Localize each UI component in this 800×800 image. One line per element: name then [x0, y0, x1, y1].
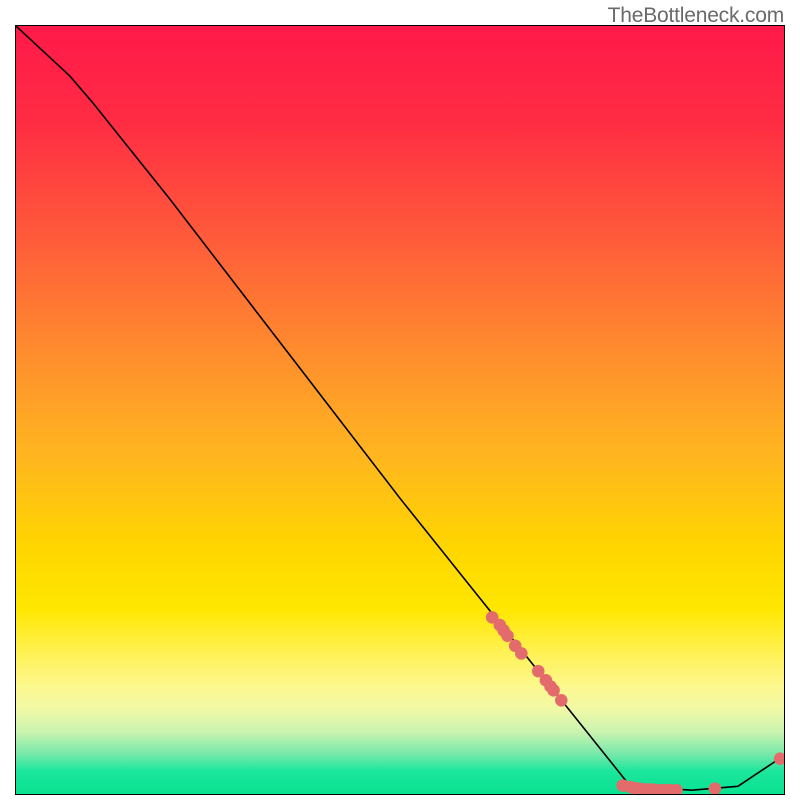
chart-curve [16, 26, 784, 790]
chart-svg [16, 26, 784, 794]
chart-dots [486, 611, 784, 794]
chart-dot [774, 752, 784, 765]
chart-frame [15, 25, 785, 795]
chart-dot [501, 630, 514, 643]
chart-dot [709, 782, 722, 794]
chart-dot [515, 647, 528, 660]
chart-dot [555, 694, 568, 707]
chart-dot [547, 684, 560, 697]
